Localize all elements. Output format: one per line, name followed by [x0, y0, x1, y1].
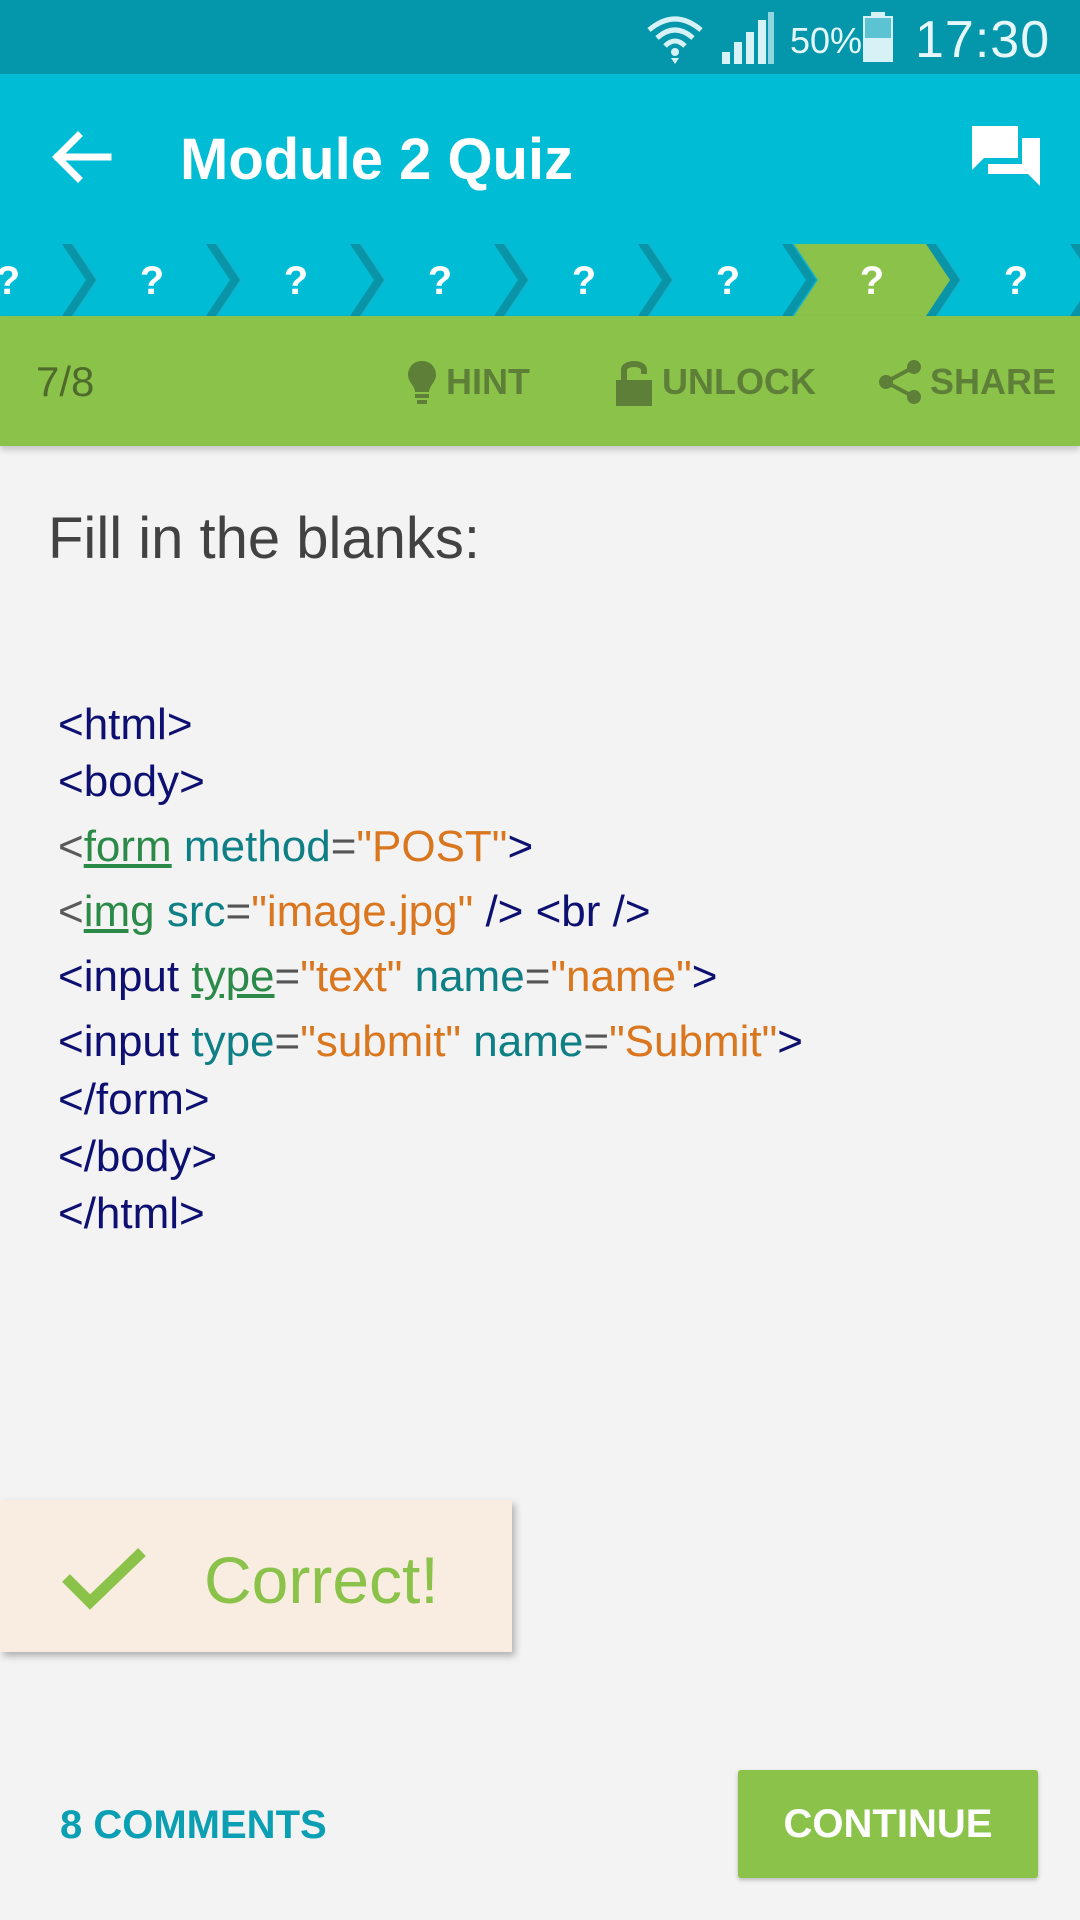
progress-step-label: ?: [860, 259, 884, 303]
progress-step-label: ?: [140, 259, 164, 303]
wifi-icon: [647, 16, 703, 64]
code-token: =: [274, 952, 301, 1001]
code-line: </html>: [58, 1189, 205, 1238]
code-line: <input type="text" name="name">: [58, 952, 717, 1002]
correct-feedback: Correct!: [0, 1500, 512, 1652]
filled-blank[interactable]: img: [84, 887, 155, 936]
code-line: <body>: [58, 757, 205, 806]
progress-step[interactable]: ?: [650, 244, 816, 316]
hint-button[interactable]: HINT: [406, 358, 530, 406]
filled-blank[interactable]: form: [84, 822, 172, 871]
progress-step-label: ?: [428, 259, 452, 303]
code-line: <form method="POST">: [58, 822, 533, 872]
question-prompt: Fill in the blanks:: [48, 506, 480, 571]
battery-percent: 50%: [790, 20, 863, 61]
question-progress: ????????: [0, 244, 1080, 316]
progress-step[interactable]: ?: [74, 244, 240, 316]
code-token: <input: [58, 952, 192, 1001]
code-token: =: [524, 952, 551, 1001]
progress-step-label: ?: [284, 259, 308, 303]
checkmark-icon: [62, 1548, 146, 1610]
unlock-button[interactable]: UNLOCK: [614, 358, 816, 406]
status-bar: 50% 17:30: [0, 0, 1080, 74]
code-line: <input type="submit" name="Submit">: [58, 1017, 803, 1067]
progress-step-label: ?: [716, 259, 740, 303]
unlock-icon: [616, 361, 652, 406]
code-token: name: [402, 952, 525, 1001]
share-label: SHARE: [930, 361, 1057, 402]
code-token: name: [461, 1017, 584, 1066]
code-token: =: [225, 887, 252, 936]
progress-step[interactable]: ?: [218, 244, 384, 316]
app-bar: Module 2 Quiz: [0, 74, 1080, 244]
code-token: src: [154, 887, 226, 936]
question-toolbar: 7/8 HINT UNLOCK SHARE: [0, 316, 1080, 446]
comments-link[interactable]: 8 COMMENTS: [60, 1803, 327, 1848]
code-line: </form>: [58, 1075, 210, 1124]
code-token: "Submit": [609, 1017, 778, 1066]
share-button[interactable]: SHARE: [878, 358, 1056, 406]
code-token: <: [58, 822, 84, 871]
code-token: type: [191, 1017, 275, 1066]
question-counter: 7/8: [36, 358, 95, 405]
back-arrow-icon[interactable]: [50, 126, 112, 188]
filled-blank[interactable]: type: [191, 952, 274, 1001]
code-token: "submit": [300, 1017, 462, 1066]
clock: 17:30: [915, 11, 1051, 69]
code-token: "image.jpg": [251, 887, 474, 936]
code-token: "text": [300, 952, 403, 1001]
code-line: <img src="image.jpg" /> <br />: [58, 887, 651, 937]
progress-step-label: ?: [1004, 259, 1028, 303]
chat-icon[interactable]: [970, 124, 1042, 190]
share-icon: [879, 360, 921, 404]
feedback-text: Correct!: [204, 1543, 439, 1617]
progress-step-label: ?: [0, 259, 20, 303]
code-token: >: [777, 1017, 803, 1066]
progress-step[interactable]: ?: [794, 244, 960, 316]
code-token: >: [691, 952, 718, 1001]
code-token: =: [583, 1017, 610, 1066]
signal-icon: [722, 12, 774, 64]
page-title: Module 2 Quiz: [180, 127, 574, 192]
lightbulb-icon: [408, 361, 436, 404]
code-token: =: [330, 822, 357, 871]
progress-step[interactable]: ?: [506, 244, 672, 316]
battery-icon: [863, 12, 893, 62]
code-line: <html>: [58, 700, 193, 749]
code-token: "name": [550, 952, 692, 1001]
code-token: <: [58, 887, 84, 936]
unlock-label: UNLOCK: [662, 361, 816, 402]
code-token: >: [507, 822, 534, 871]
code-token: =: [274, 1017, 301, 1066]
hint-label: HINT: [446, 361, 530, 402]
progress-step[interactable]: ?: [362, 244, 528, 316]
continue-button[interactable]: CONTINUE: [738, 1770, 1038, 1878]
code-line: </body>: [58, 1132, 218, 1181]
progress-step-label: ?: [572, 259, 596, 303]
code-token: <input: [58, 1017, 192, 1066]
code-token: "POST": [356, 822, 508, 871]
code-token: method: [171, 822, 331, 871]
code-token: /> <br />: [473, 887, 651, 936]
